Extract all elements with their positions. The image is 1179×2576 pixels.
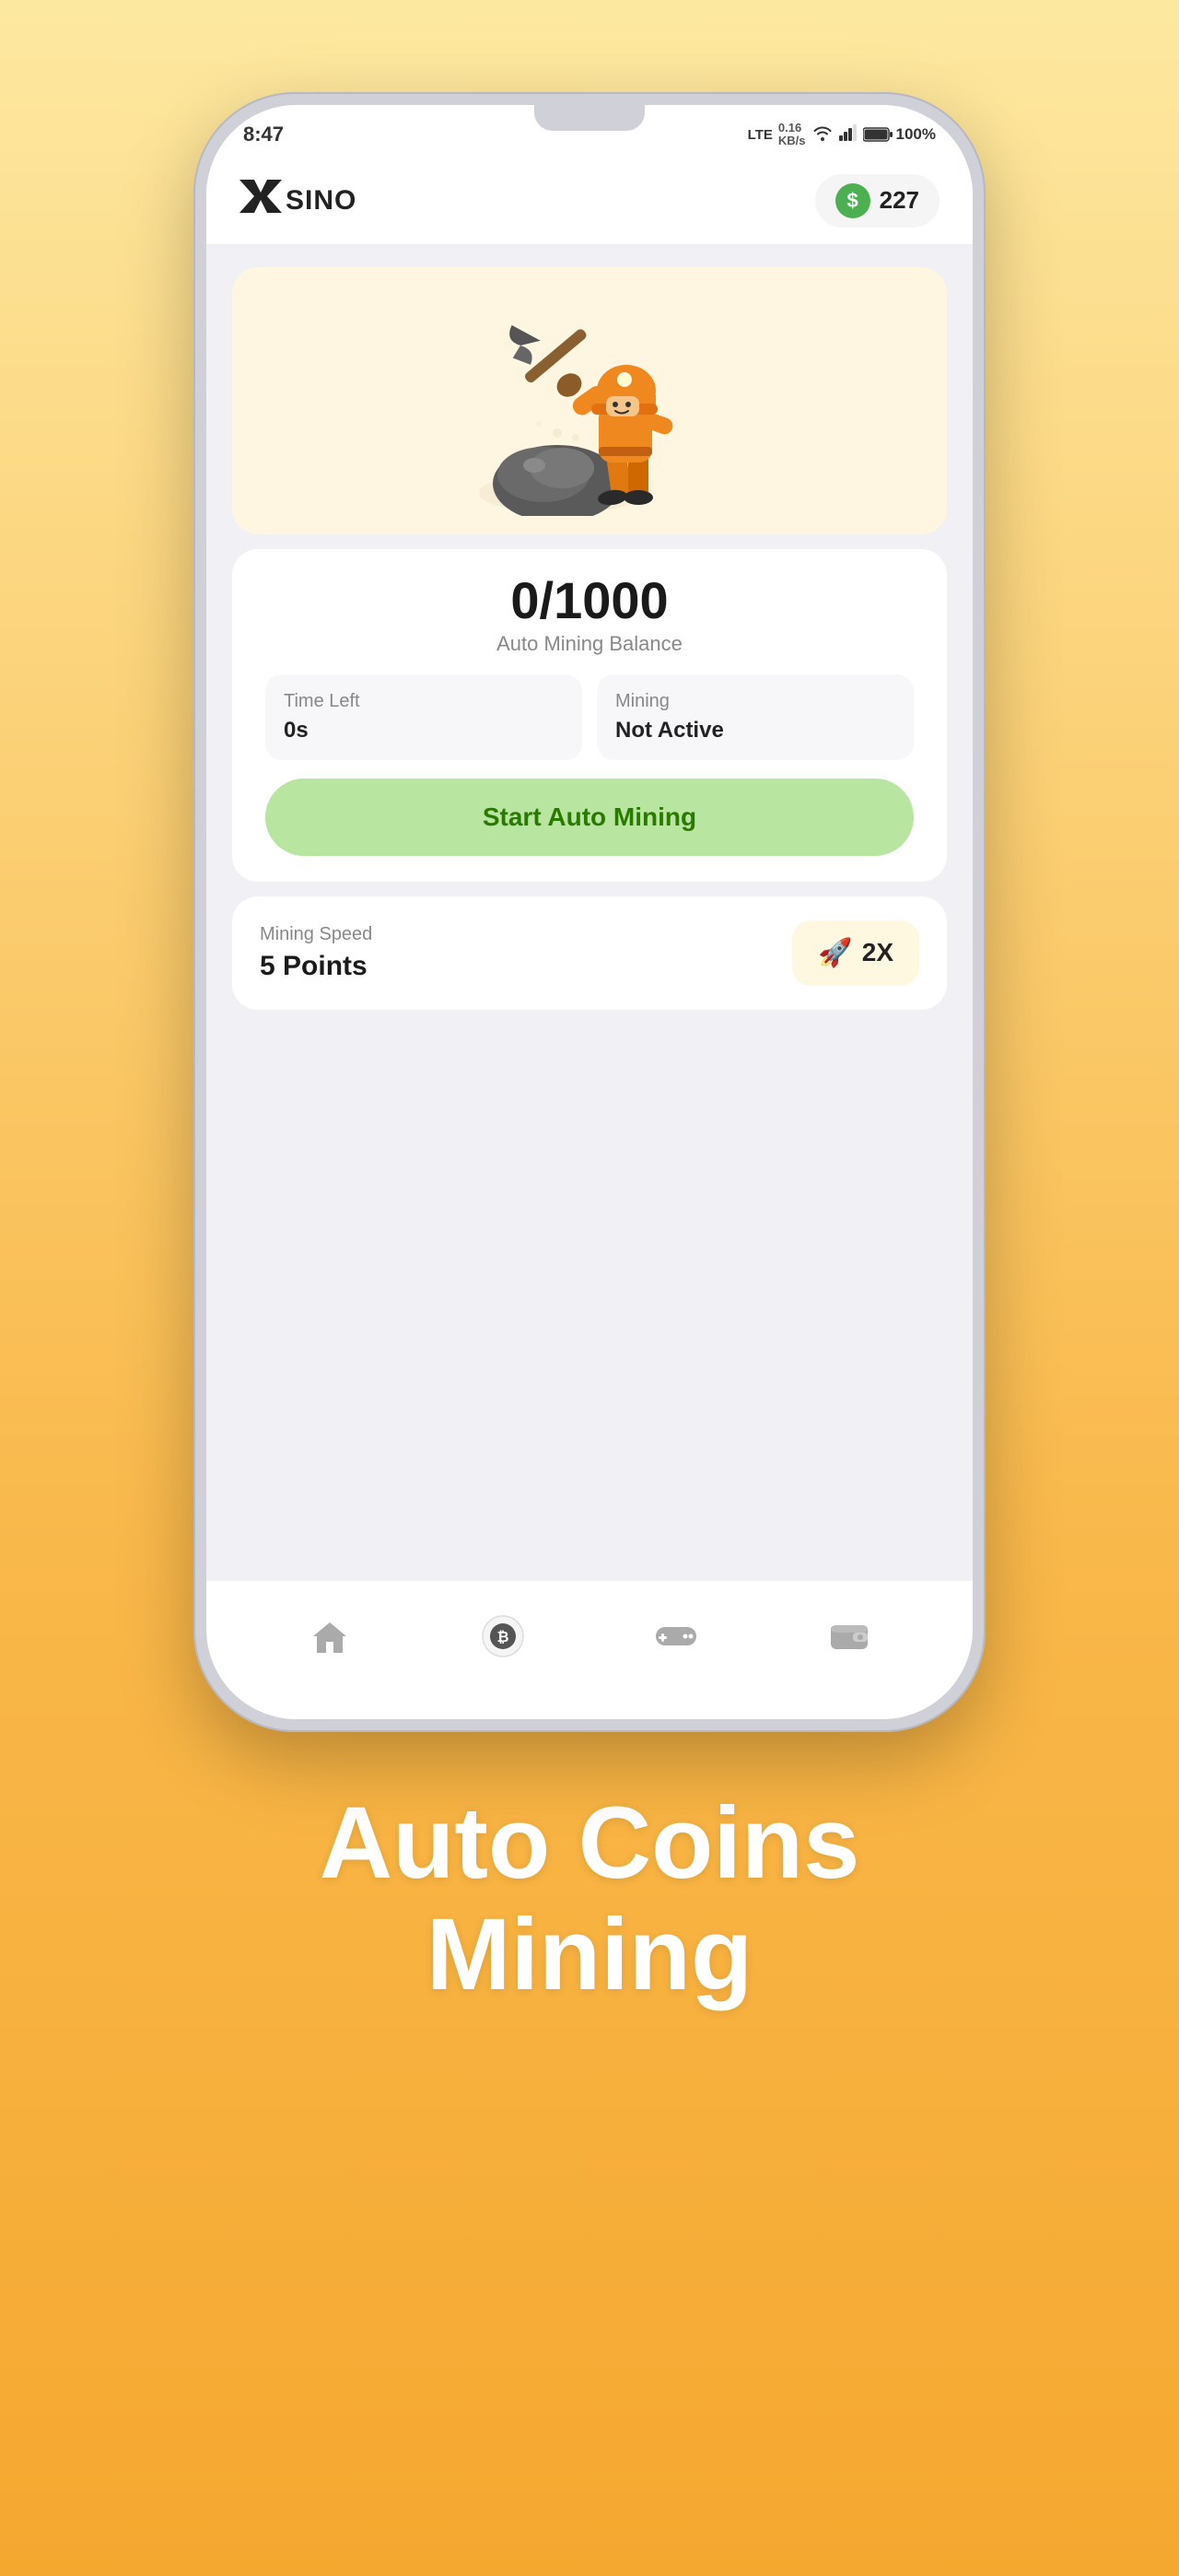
app-logo: SINO — [239, 180, 356, 222]
page-title-line2: Mining — [426, 1898, 753, 2011]
nav-item-games[interactable] — [634, 1599, 718, 1673]
mining-balance-label: Auto Mining Balance — [265, 632, 914, 656]
phone-screen: 8:47 LTE 0.16KB/s — [206, 105, 973, 1719]
logo-x-icon — [239, 180, 282, 222]
balance-badge: $ 227 — [815, 174, 940, 228]
stats-card: 0/1000 Auto Mining Balance Time Left 0s … — [232, 549, 947, 882]
app-header: SINO $ 227 — [206, 158, 973, 245]
balance-value: 227 — [880, 186, 919, 215]
mining-balance-number: 0/1000 — [265, 575, 914, 626]
page-bottom-text: Auto Coins Mining — [320, 1787, 860, 2010]
signal-info: LTE 0.16KB/s — [748, 122, 936, 148]
mining-status-value: Not Active — [615, 718, 895, 744]
time-left-label: Time Left — [284, 691, 564, 712]
wifi-icon — [811, 124, 834, 146]
page-title-line1: Auto Coins — [320, 1786, 860, 1900]
battery-icon: 100% — [863, 125, 936, 144]
speed-card: Mining Speed 5 Points 🚀 2X — [232, 896, 947, 1010]
status-bar: 8:47 LTE 0.16KB/s — [206, 105, 973, 158]
time-left-value: 0s — [284, 718, 564, 744]
mining-icon: ₿ — [479, 1612, 527, 1660]
nav-item-wallet[interactable] — [807, 1599, 892, 1673]
time-left-box: Time Left 0s — [265, 674, 582, 760]
mining-status-box: Mining Not Active — [597, 674, 914, 760]
notch — [534, 105, 645, 131]
rocket-icon: 🚀 — [818, 937, 852, 969]
lte-icon: LTE — [748, 127, 773, 143]
empty-content-area — [206, 1010, 973, 1581]
miner-svg — [470, 304, 709, 516]
nav-item-home[interactable] — [287, 1599, 372, 1673]
phone-frame: 8:47 LTE 0.16KB/s — [193, 92, 986, 1732]
signal-bars-icon — [839, 124, 858, 146]
wallet-icon — [825, 1612, 873, 1660]
balance-display: 0/1000 Auto Mining Balance — [265, 575, 914, 656]
games-icon — [652, 1612, 700, 1660]
data-speed: 0.16KB/s — [778, 122, 806, 148]
logo-sino-text: SINO — [286, 185, 356, 217]
home-icon — [306, 1612, 354, 1660]
stats-row: Time Left 0s Mining Not Active — [265, 674, 914, 760]
start-mining-button[interactable]: Start Auto Mining — [265, 779, 914, 856]
page-title: Auto Coins Mining — [320, 1787, 860, 2010]
boost-badge[interactable]: 🚀 2X — [792, 920, 919, 986]
speed-value: 5 Points — [260, 951, 372, 982]
status-time: 8:47 — [243, 123, 284, 146]
mining-label: Mining — [615, 691, 895, 712]
speed-label: Mining Speed — [260, 924, 372, 945]
main-content: 0/1000 Auto Mining Balance Time Left 0s … — [206, 245, 973, 1719]
nav-item-mining[interactable]: ₿ — [461, 1599, 545, 1673]
battery-percent: 100% — [896, 125, 936, 144]
mining-illustration-card — [232, 267, 947, 534]
bottom-nav: ₿ — [206, 1581, 973, 1719]
speed-info: Mining Speed 5 Points — [260, 924, 372, 982]
dollar-icon: $ — [835, 183, 870, 218]
boost-multiplier: 2X — [862, 938, 893, 967]
status-right: LTE 0.16KB/s — [748, 122, 936, 148]
mining-illustration — [461, 295, 718, 516]
svg-text:₿: ₿ — [496, 1629, 508, 1645]
